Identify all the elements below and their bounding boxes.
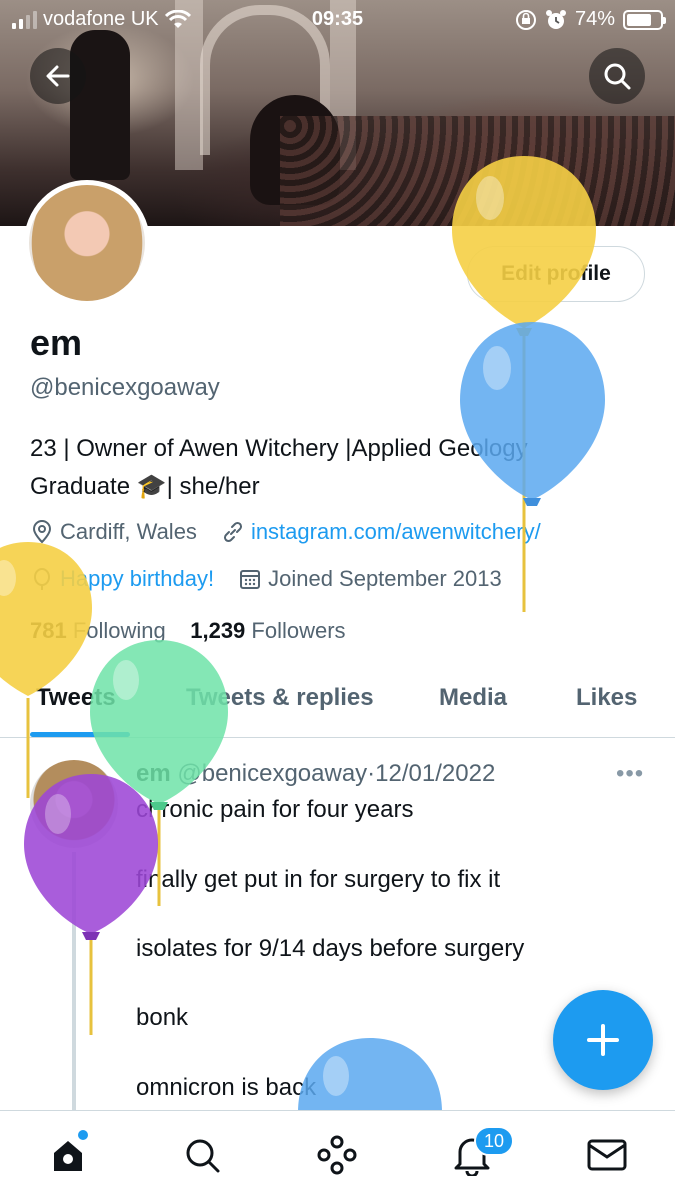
edit-profile-button[interactable]: Edit profile [467, 246, 645, 302]
profile-meta-row: Happy birthday! Joined September 2013 [30, 566, 502, 592]
balloon-icon [34, 568, 50, 590]
battery-percent: 74% [574, 8, 615, 30]
rotation-lock-icon [515, 9, 536, 30]
bottom-navigation [0, 1110, 675, 1200]
spaces-icon [317, 1135, 357, 1175]
tab-tweets-replies[interactable]: Tweets & replies [186, 684, 374, 712]
tweet-author-handle: @benicexgoaway [177, 760, 368, 787]
bio-line: 23 | Owner of Awen Witchery |Applied Geo… [30, 435, 528, 462]
tweet-text-line: isolates for 9/14 days before surgery [136, 935, 525, 962]
arrow-left-icon [46, 65, 70, 87]
joined-text: Joined September 2013 [268, 566, 502, 591]
alarm-icon [545, 9, 566, 29]
tweet-more-button[interactable]: ••• [616, 760, 644, 788]
followers-link[interactable]: 1,239 Followers [190, 618, 345, 643]
compose-tweet-button[interactable] [553, 990, 653, 1090]
battery-info: 74% [515, 8, 666, 31]
nav-search[interactable] [180, 1133, 224, 1177]
search-icon [604, 63, 631, 90]
home-icon [54, 1141, 82, 1171]
birthday-text: Happy birthday! [60, 566, 215, 591]
tweet-date: 12/01/2022 [375, 760, 496, 787]
link-icon [223, 521, 242, 543]
battery-icon [623, 9, 666, 30]
followers-count: 1,239 [190, 618, 246, 643]
tweet-author-name[interactable]: em [136, 760, 171, 787]
active-tab-indicator [30, 732, 130, 737]
following-count: 781 [30, 618, 67, 643]
tab-likes[interactable]: Likes [576, 684, 637, 712]
tweet-text-line: omnicron is back [136, 1074, 317, 1101]
profile-meta-row: Cardiff, Wales instagram.com/awenwitcher… [30, 519, 541, 545]
tweet-separator: · [367, 760, 376, 787]
thread-line [72, 852, 76, 1112]
tweet-avatar[interactable] [30, 760, 118, 848]
birthday-balloon-blue-bottom [298, 1038, 442, 1112]
messages-icon [587, 1139, 627, 1171]
search-button[interactable] [589, 48, 645, 104]
plus-icon [587, 1024, 619, 1056]
followers-label: Followers [251, 618, 346, 643]
battery-fill [627, 13, 651, 26]
back-button[interactable] [30, 48, 86, 104]
profile-handle: @benicexgoaway [30, 374, 220, 401]
banner-crowd [280, 116, 675, 226]
location-text: Cardiff, Wales [60, 519, 197, 544]
home-unread-dot [78, 1130, 88, 1140]
nav-spaces[interactable] [315, 1133, 359, 1177]
tweet-text-line: bonk [136, 1004, 189, 1031]
bio-line: Graduate 🎓| she/her [30, 473, 260, 500]
search-icon [186, 1139, 220, 1173]
tab-tweets[interactable]: Tweets [36, 684, 116, 712]
profile-avatar[interactable] [24, 180, 150, 306]
banner-performer [70, 30, 130, 180]
notification-badge: 10 [474, 1126, 514, 1156]
calendar-icon [240, 570, 261, 589]
tweet-text-line: finally get put in for surgery to fix it [136, 866, 501, 893]
nav-messages[interactable] [585, 1133, 629, 1177]
profile-bio: 23 | Owner of Awen Witchery |Applied Geo… [30, 430, 630, 506]
following-link[interactable]: 781 Following [30, 618, 166, 643]
profile-tabs: Tweets Tweets & replies Media Likes [0, 668, 675, 738]
status-bar: vodafone UK 09:35 74% [0, 0, 675, 40]
tweet-text-line: chronic pain for four years [136, 796, 414, 823]
location-icon [32, 520, 52, 544]
tab-media[interactable]: Media [439, 684, 507, 712]
profile-name: em [30, 322, 83, 363]
following-label: Following [72, 618, 166, 643]
follow-stats: 781 Following 1,239 Followers [30, 618, 346, 644]
tweet-header: em @benicexgoaway·12/01/2022 [136, 760, 495, 788]
website-link[interactable]: instagram.com/awenwitchery/ [251, 519, 541, 545]
